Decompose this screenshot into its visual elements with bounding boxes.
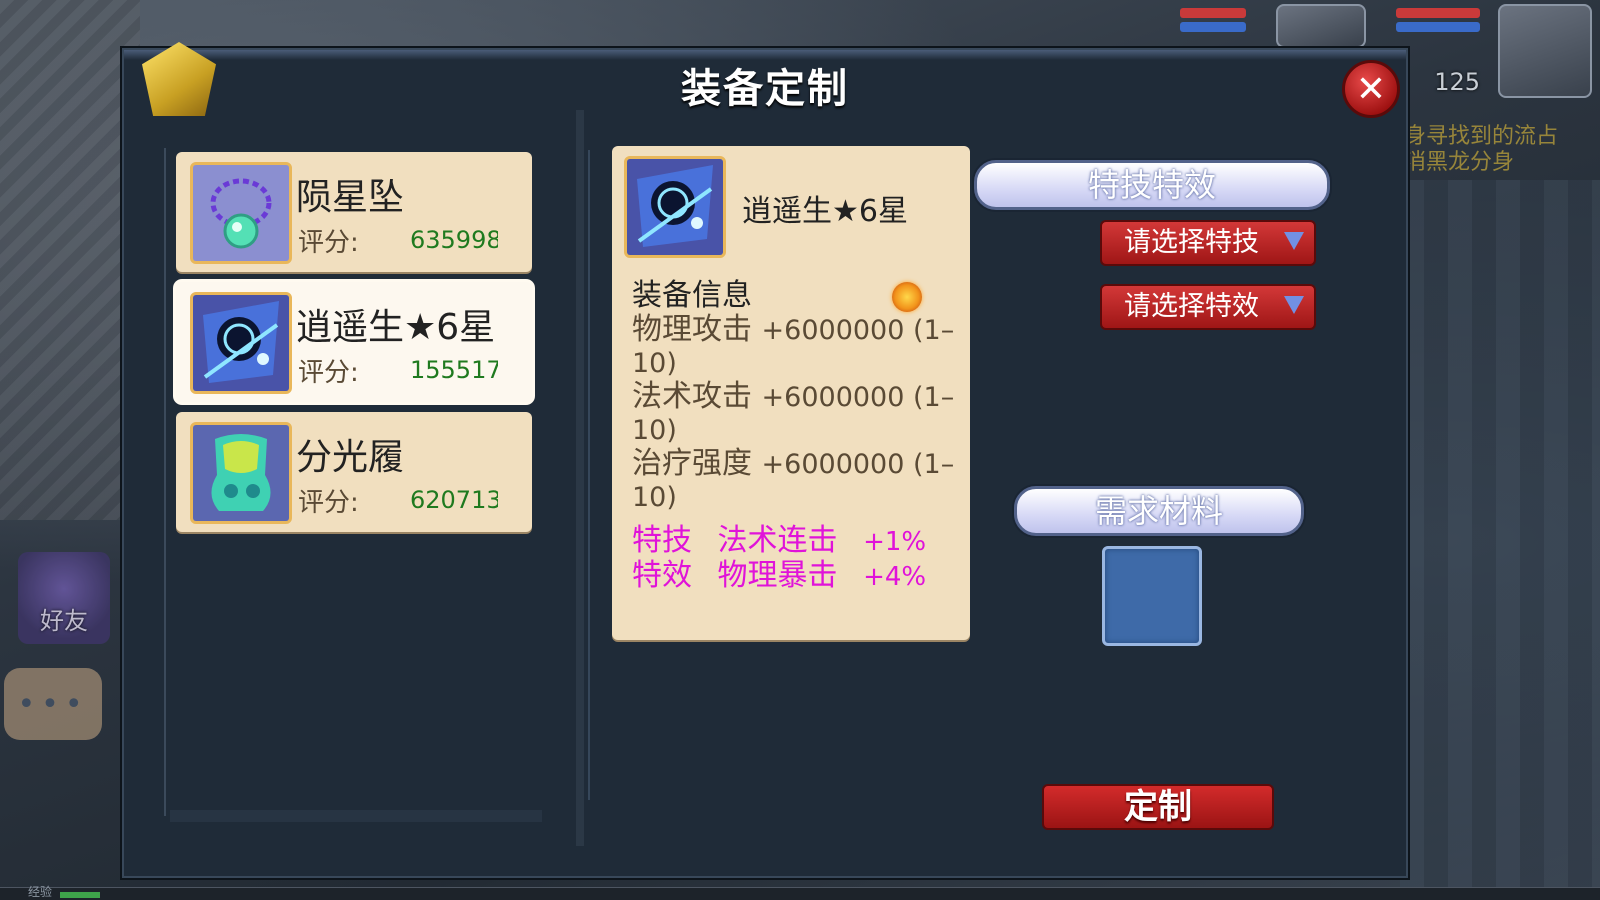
material-slot[interactable] xyxy=(1102,546,1202,646)
score-label: 评分: xyxy=(298,358,359,388)
background-roof xyxy=(0,0,140,520)
stat-row: 物理攻击 +6000000 (1–10) xyxy=(632,314,962,380)
materials-section-header: 需求材料 xyxy=(1014,486,1304,536)
pet-hp-bar xyxy=(1180,8,1246,18)
special-attribute-list: 特技 法术连击 +1% 特效 物理暴击 +4% xyxy=(632,524,962,594)
customize-button[interactable]: 定制 xyxy=(1042,784,1274,830)
effect-select-dropdown[interactable]: 请选择特效 xyxy=(1100,284,1316,330)
detail-equipment-name: 逍遥生★6星 xyxy=(742,194,908,229)
pet-mp-bar xyxy=(1180,22,1246,32)
player-hp-bar xyxy=(1396,8,1480,18)
score-label: 评分: xyxy=(298,228,359,258)
stat-list: 物理攻击 +6000000 (1–10) 法术攻击 +6000000 (1–10… xyxy=(632,314,962,515)
special-value: +4% xyxy=(863,562,927,592)
panel-divider xyxy=(576,110,584,846)
necklace-icon xyxy=(190,162,292,264)
equipment-list-item[interactable]: 陨星坠 评分: 635998 xyxy=(176,152,532,272)
chevron-down-icon xyxy=(1284,296,1304,314)
chat-button[interactable]: ••• xyxy=(4,668,102,740)
friends-label: 好友 xyxy=(40,607,88,635)
special-kind: 特技 xyxy=(632,523,692,558)
special-skill-row: 特技 法术连击 +1% xyxy=(632,524,962,559)
background-wall xyxy=(1400,180,1600,900)
stat-label: 物理攻击 xyxy=(632,312,752,347)
score-label: 评分: xyxy=(298,488,359,518)
score-value: 635998 xyxy=(410,226,498,254)
stat-label: 法术攻击 xyxy=(632,379,752,414)
equipment-name: 分光履 xyxy=(296,437,405,478)
detail-section-title: 装备信息 xyxy=(632,278,752,313)
stat-row: 法术攻击 +6000000 (1–10) xyxy=(632,381,962,447)
stat-label: 治疗强度 xyxy=(632,446,752,481)
chevron-down-icon xyxy=(1284,232,1304,250)
experience-fill xyxy=(60,892,100,898)
special-kind: 特效 xyxy=(632,558,692,593)
score-value: 620713 xyxy=(410,486,498,514)
chat-bubble-icon: ••• xyxy=(17,686,89,722)
special-name: 法术连击 xyxy=(717,523,838,558)
close-icon: ✕ xyxy=(1355,68,1387,110)
experience-bar: 经验 xyxy=(0,885,1600,900)
experience-label: 经验 xyxy=(28,885,53,899)
weapon-fan-icon xyxy=(624,156,726,258)
skill-select-dropdown[interactable]: 请选择特技 xyxy=(1100,220,1316,266)
panel-divider-line xyxy=(588,150,590,800)
pet-portrait[interactable] xyxy=(1276,4,1366,48)
equipment-customize-dialog: 装备定制 ✕ 陨星坠 评分: 635998 逍遥生★6星 评分: 155517 … xyxy=(122,42,1408,878)
skill-select-label: 请选择特技 xyxy=(1124,227,1259,258)
friends-button[interactable]: 好友 xyxy=(18,552,110,644)
quest-tracker-text[interactable]: 身寻找到的流占 消黑龙分身 xyxy=(1404,124,1594,176)
weapon-fan-icon xyxy=(190,292,292,394)
special-effect-row: 特效 物理暴击 +4% xyxy=(632,559,962,594)
close-button[interactable]: ✕ xyxy=(1342,60,1400,118)
equipment-list-item[interactable]: 分光履 评分: 620713 xyxy=(176,412,532,532)
special-name: 物理暴击 xyxy=(717,558,838,593)
player-mp-bar xyxy=(1396,22,1480,32)
equipment-name: 陨星坠 xyxy=(296,177,405,218)
boots-icon xyxy=(190,422,292,524)
stat-row: 治疗强度 +6000000 (1–10) xyxy=(632,448,962,514)
gold-coin-icon xyxy=(892,282,922,312)
equipment-list-scroll-track xyxy=(170,810,542,822)
effect-select-label: 请选择特效 xyxy=(1124,291,1259,322)
special-value: +1% xyxy=(863,527,927,557)
equipment-detail-panel: 逍遥生★6星 装备信息 物理攻击 +6000000 (1–10) 法术攻击 +6… xyxy=(612,146,970,640)
equipment-name: 逍遥生★6星 xyxy=(296,307,496,348)
effects-section-header: 特技特效 xyxy=(974,160,1330,210)
score-value: 155517: xyxy=(410,356,498,384)
equipment-list-item-selected[interactable]: 逍遥生★6星 评分: 155517: xyxy=(176,282,532,402)
player-avatar[interactable] xyxy=(1498,4,1592,98)
dialog-title: 装备定制 xyxy=(681,66,849,112)
player-level: 125 xyxy=(1434,68,1480,96)
